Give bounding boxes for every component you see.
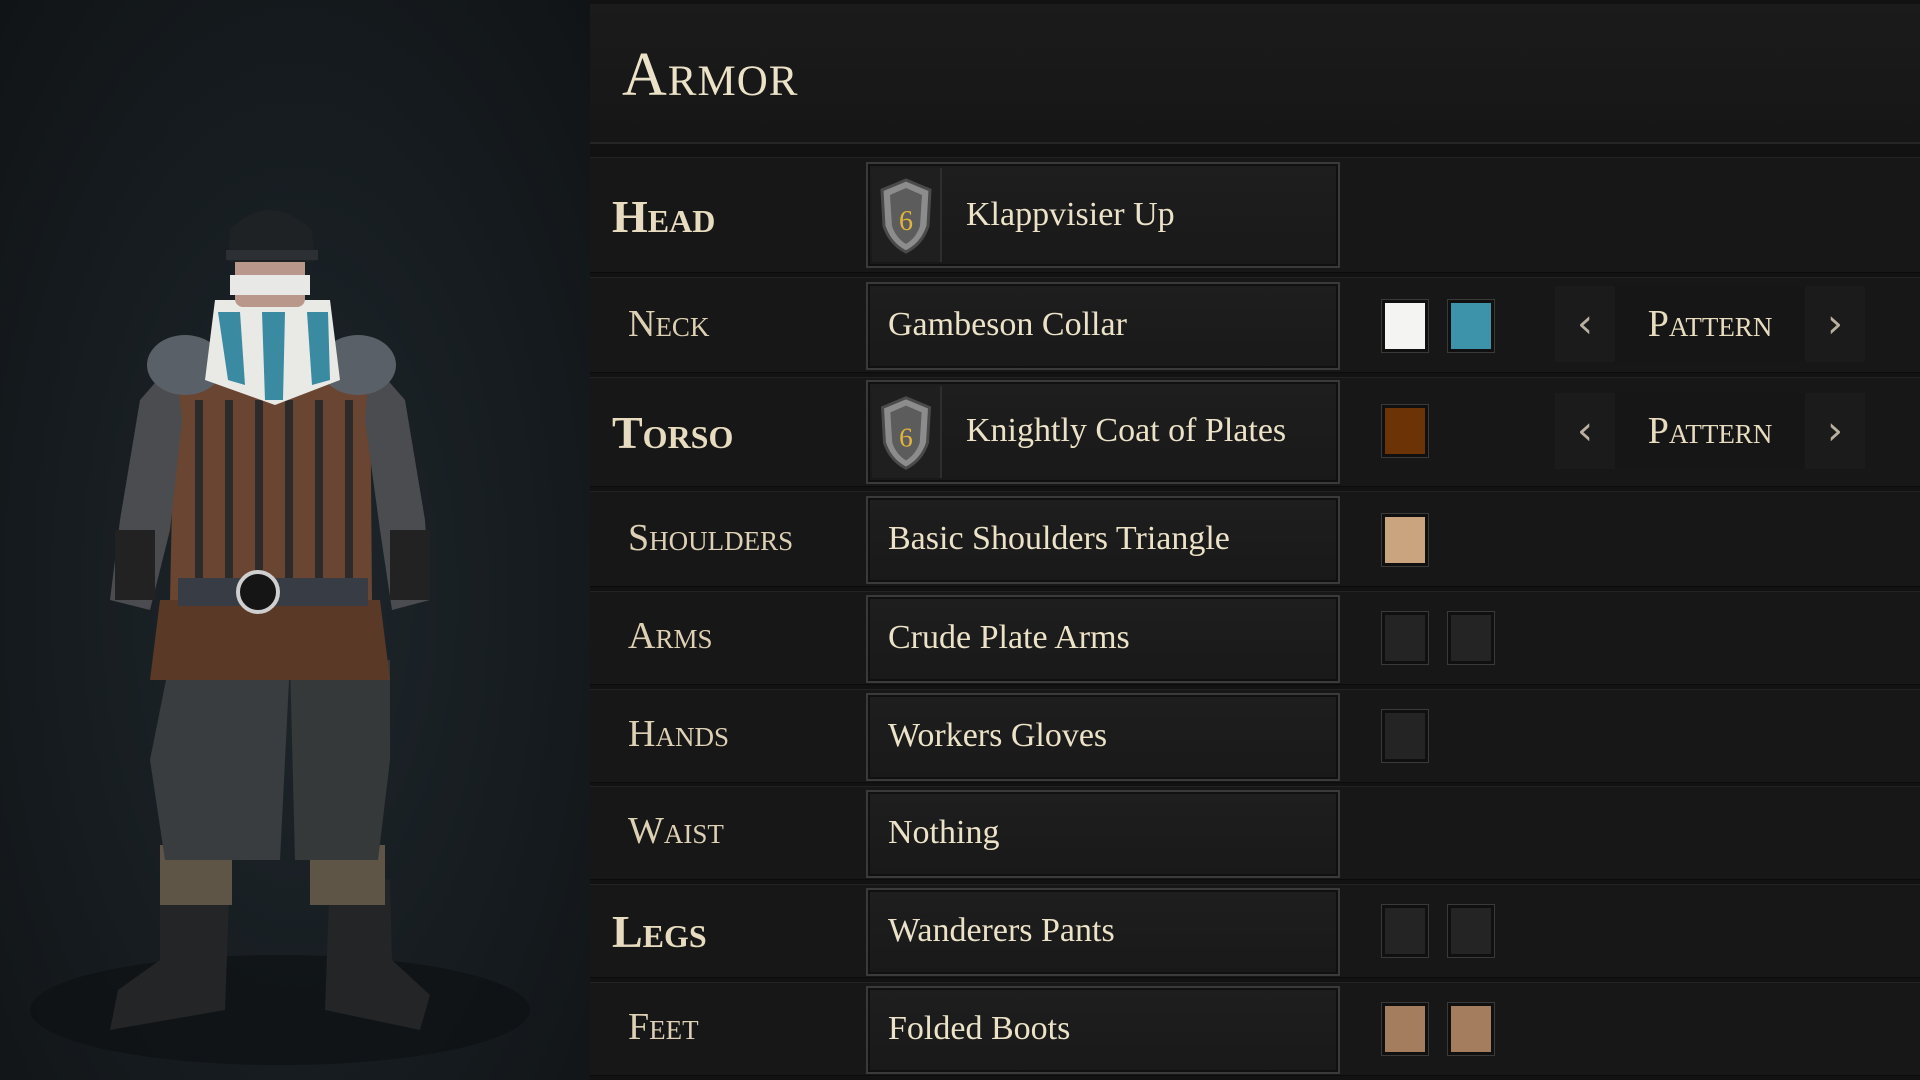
item-name-feet: Folded Boots [888, 1010, 1071, 1047]
shield-badge-icon: 6 [880, 396, 932, 470]
tier-number: 6 [899, 206, 913, 237]
item-selector-hands[interactable]: Workers Gloves [866, 693, 1340, 781]
slot-label-torso: Torso [612, 407, 734, 458]
color-swatch-primary[interactable] [1382, 514, 1428, 566]
color-swatch-secondary[interactable] [1448, 300, 1494, 352]
chevron-left-icon[interactable]: ‹ [1555, 286, 1615, 362]
chevron-right-icon[interactable]: › [1805, 286, 1865, 362]
chevron-left-icon[interactable]: ‹ [1555, 393, 1615, 469]
slot-row-hands: Hands Workers Gloves [590, 689, 1920, 783]
item-name-arms: Crude Plate Arms [888, 619, 1130, 656]
color-swatch-primary[interactable] [1382, 300, 1428, 352]
item-name-legs: Wanderers Pants [888, 912, 1115, 949]
slot-row-shoulders: Shoulders Basic Shoulders Triangle [590, 491, 1920, 587]
slot-label-feet: Feet [628, 1006, 699, 1048]
item-name-hands: Workers Gloves [888, 717, 1108, 754]
tier-badge: 6 [872, 168, 942, 262]
slot-row-feet: Feet Folded Boots [590, 982, 1920, 1076]
tier-number: 6 [899, 423, 913, 453]
slot-label-waist: Waist [628, 810, 724, 852]
item-name-shoulders: Basic Shoulders Triangle [888, 520, 1230, 557]
item-selector-neck[interactable]: Gambeson Collar [866, 282, 1340, 370]
item-name-torso: Knightly Coat of Plates [966, 412, 1287, 449]
shield-badge-icon: 6 [880, 178, 932, 254]
item-selector-head[interactable]: 6 Klappvisier Up [866, 162, 1340, 268]
item-selector-waist[interactable]: Nothing [866, 790, 1340, 878]
item-selector-shoulders[interactable]: Basic Shoulders Triangle [866, 496, 1340, 584]
item-selector-arms[interactable]: Crude Plate Arms [866, 595, 1340, 683]
slot-row-head: Head 6 Klappvisier Up [590, 157, 1920, 273]
item-selector-feet[interactable]: Folded Boots [866, 986, 1340, 1074]
color-swatch-secondary[interactable] [1448, 612, 1494, 664]
panel-title: Armor [622, 41, 799, 109]
character-preview[interactable] [0, 0, 590, 1080]
slot-row-legs: Legs Wanderers Pants [590, 884, 1920, 978]
color-swatch-secondary[interactable] [1448, 905, 1494, 957]
color-swatch-secondary[interactable] [1448, 1003, 1494, 1055]
item-name-head: Klappvisier Up [966, 196, 1175, 233]
tier-badge: 6 [872, 386, 942, 478]
slot-label-shoulders: Shoulders [628, 517, 794, 559]
color-swatch-primary[interactable] [1382, 710, 1428, 762]
color-swatch-primary[interactable] [1382, 905, 1428, 957]
pattern-selector-torso: ‹ Pattern › [1555, 393, 1865, 469]
slot-label-neck: Neck [628, 303, 710, 345]
color-swatch-primary[interactable] [1382, 1003, 1428, 1055]
item-name-waist: Nothing [888, 814, 1000, 851]
chevron-right-icon[interactable]: › [1805, 393, 1865, 469]
slot-label-arms: Arms [628, 615, 713, 657]
item-selector-torso[interactable]: 6 Knightly Coat of Plates [866, 380, 1340, 484]
slot-label-hands: Hands [628, 713, 729, 755]
armor-panel: Armor Head 6 Klappvisier Up Neck Gambeso… [590, 0, 1920, 1080]
pattern-label: Pattern [1647, 410, 1773, 452]
color-swatch-primary[interactable] [1382, 405, 1428, 457]
slot-label-head: Head [612, 191, 716, 242]
item-selector-legs[interactable]: Wanderers Pants [866, 888, 1340, 976]
slot-row-neck: Neck Gambeson Collar ‹ Pattern › [590, 277, 1920, 373]
pattern-label: Pattern [1647, 303, 1773, 345]
slot-row-arms: Arms Crude Plate Arms [590, 591, 1920, 685]
pattern-selector-neck: ‹ Pattern › [1555, 286, 1865, 362]
slot-row-waist: Waist Nothing [590, 786, 1920, 880]
slot-label-legs: Legs [612, 906, 707, 957]
item-name-neck: Gambeson Collar [888, 306, 1127, 343]
slot-row-torso: Torso 6 Knightly Coat of Plates ‹ Patter… [590, 377, 1920, 487]
panel-header: Armor [590, 4, 1920, 144]
character-model [30, 210, 530, 1065]
color-swatch-primary[interactable] [1382, 612, 1428, 664]
